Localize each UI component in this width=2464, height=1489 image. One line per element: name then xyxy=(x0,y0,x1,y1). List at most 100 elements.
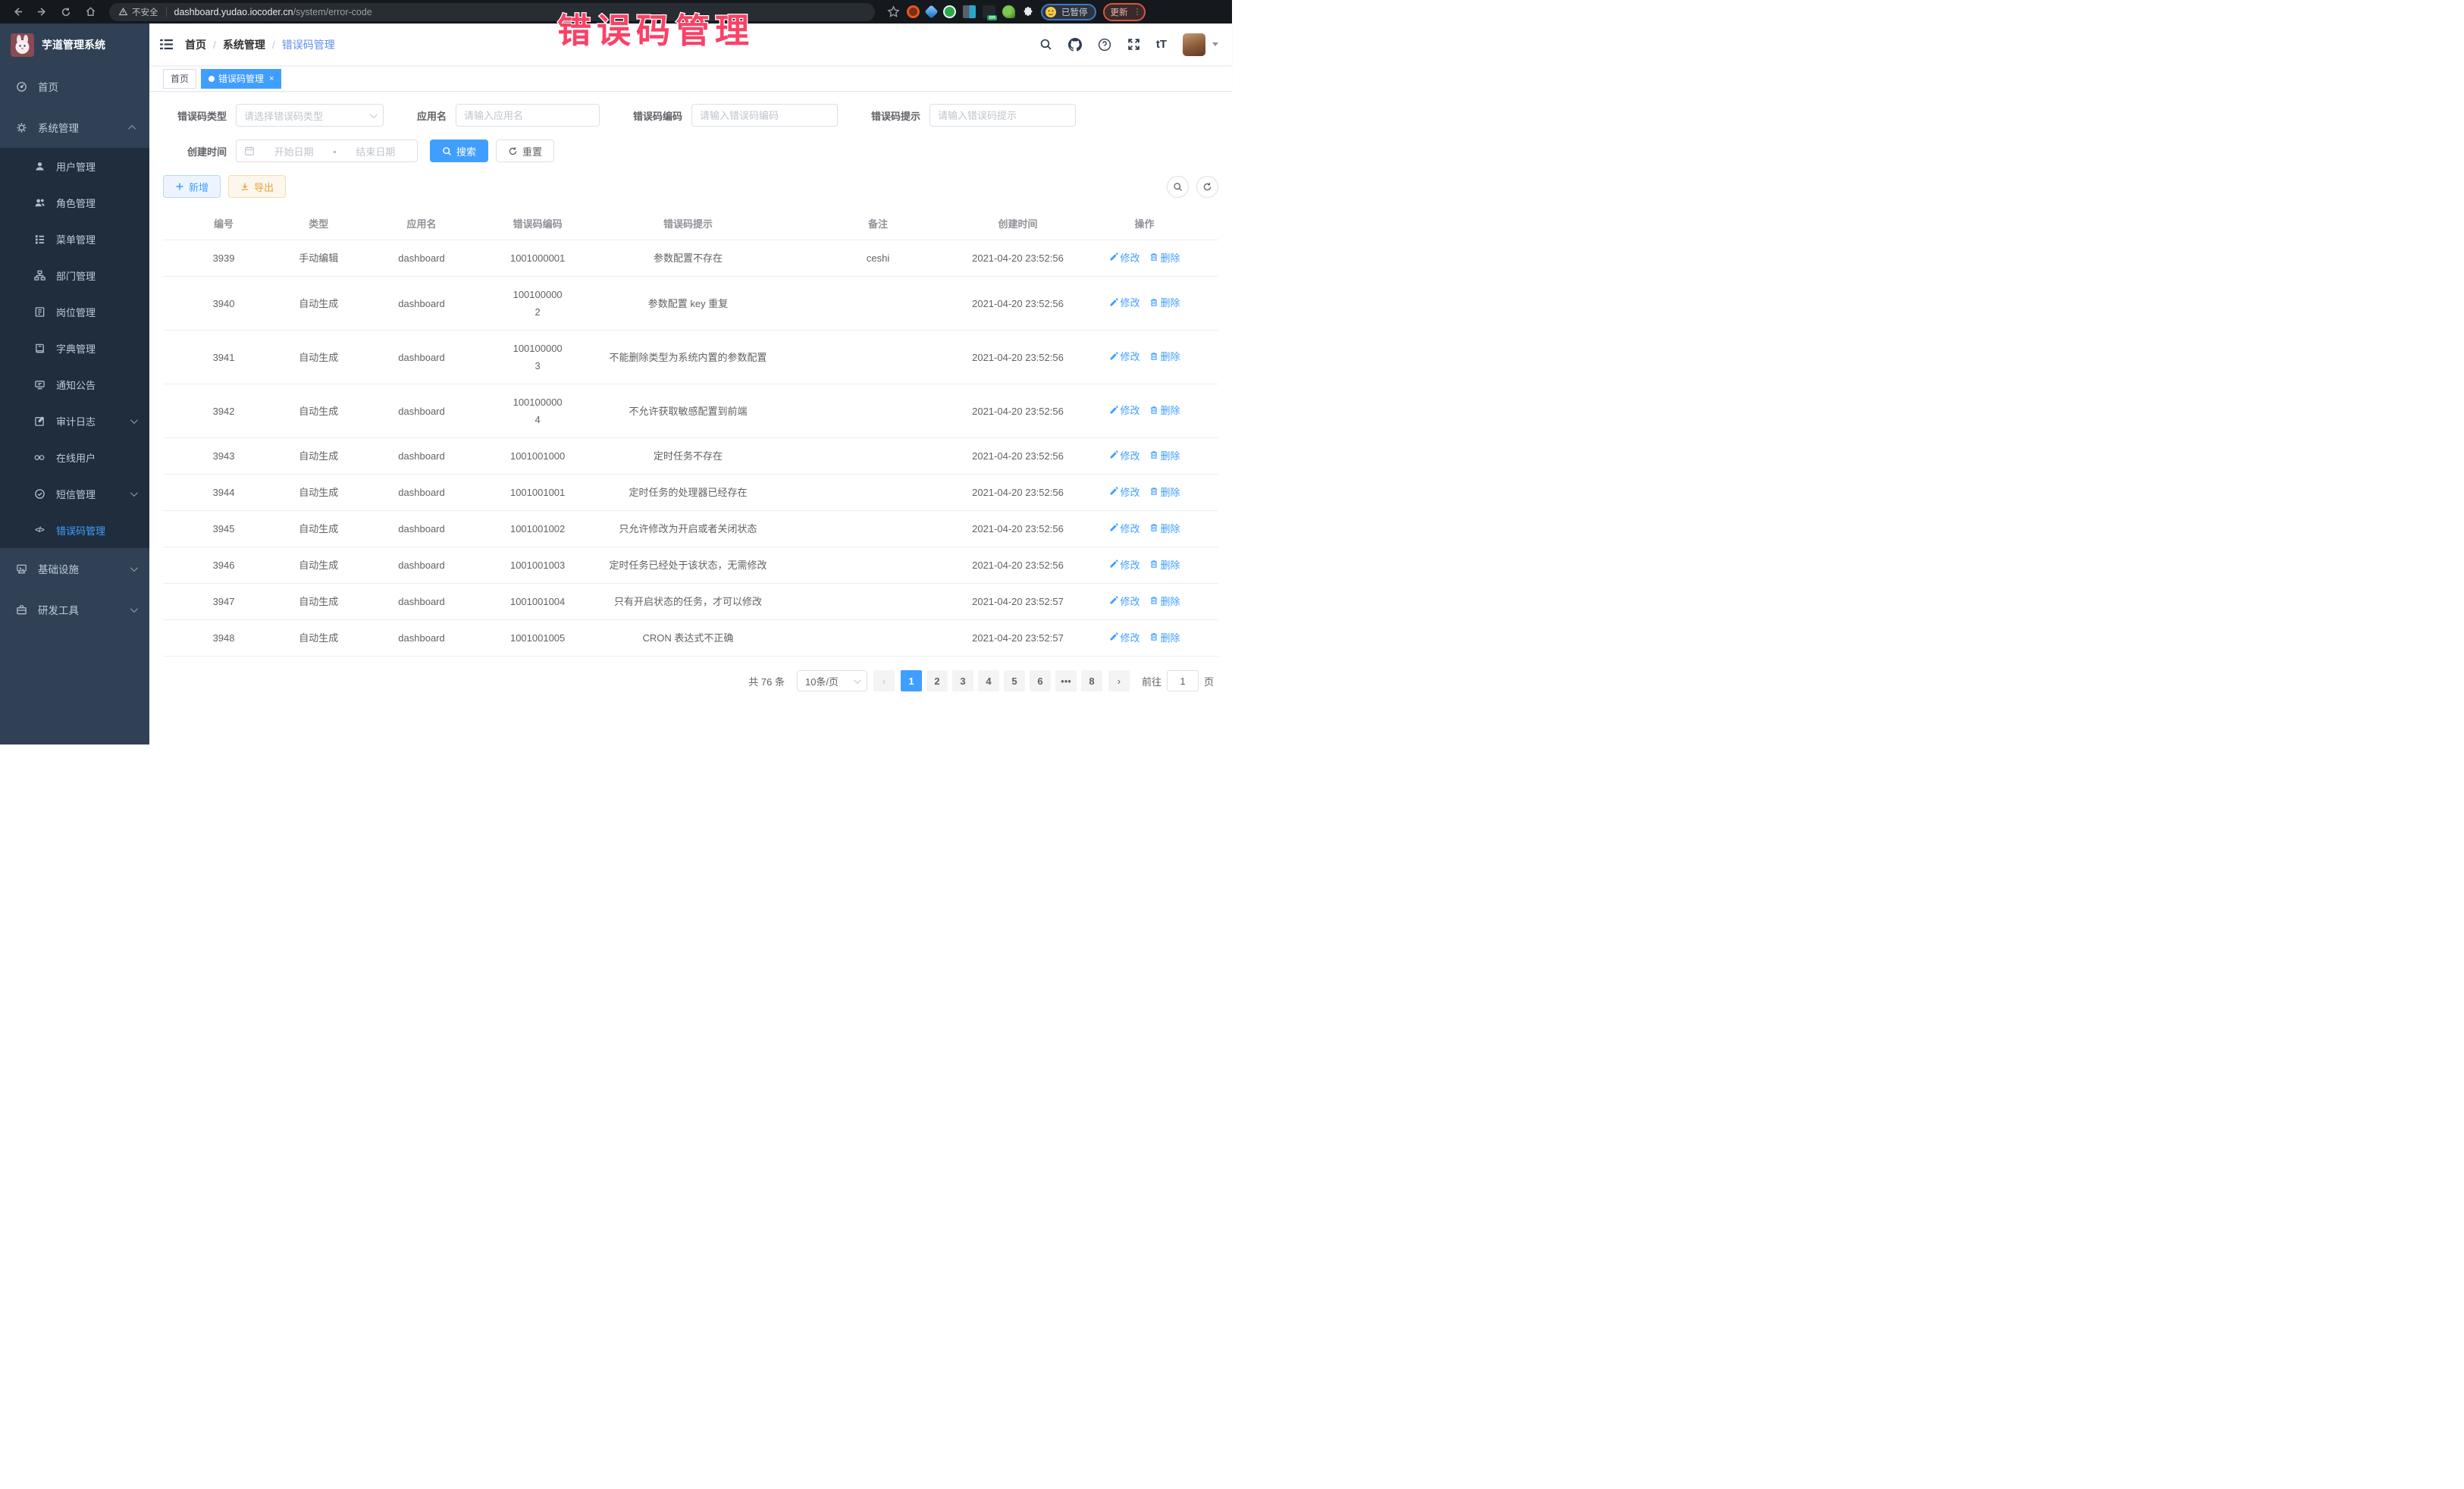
browser-menu-kebab-icon[interactable]: ⋮ xyxy=(1133,11,1138,14)
sidebar-item-system[interactable]: 系统管理 xyxy=(0,107,149,148)
prev-page-button[interactable]: ‹ xyxy=(873,670,895,691)
browser-reload-button[interactable] xyxy=(56,2,76,22)
total-count-label: 共 76 条 xyxy=(748,674,785,688)
edit-button[interactable]: 修改 xyxy=(1109,630,1140,644)
sidebar-item-infra[interactable]: 基础设施 xyxy=(0,548,149,589)
page-button-6[interactable]: 6 xyxy=(1030,670,1051,691)
page-size-select[interactable]: 10条/页 xyxy=(797,670,867,691)
extension-icon-gem[interactable] xyxy=(924,5,938,18)
export-button[interactable]: 导出 xyxy=(228,175,286,198)
extension-icon-orange[interactable] xyxy=(907,5,920,18)
next-page-button[interactable]: › xyxy=(1108,670,1130,691)
sidebar-item-home[interactable]: 首页 xyxy=(0,66,149,107)
user-avatar[interactable] xyxy=(1183,33,1205,56)
browser-update-button[interactable]: 更新 ⋮ xyxy=(1103,3,1146,21)
sidebar-item-post[interactable]: 岗位管理 xyxy=(0,293,149,330)
errorcode-hint-input[interactable] xyxy=(938,110,1067,121)
edit-button[interactable]: 修改 xyxy=(1109,484,1140,499)
page-ellipsis[interactable]: ••• xyxy=(1055,670,1077,691)
page-button-8[interactable]: 8 xyxy=(1081,670,1102,691)
edit-button[interactable]: 修改 xyxy=(1109,295,1140,309)
delete-button[interactable]: 删除 xyxy=(1149,557,1180,572)
refresh-table-button[interactable] xyxy=(1196,176,1218,198)
fullscreen-icon[interactable] xyxy=(1127,38,1140,51)
delete-button[interactable]: 删除 xyxy=(1149,521,1180,535)
tag-active[interactable]: 错误码管理× xyxy=(201,69,281,89)
breadcrumb-item[interactable]: 系统管理 xyxy=(223,37,265,52)
page-button-3[interactable]: 3 xyxy=(952,670,973,691)
header-search-icon[interactable] xyxy=(1039,38,1052,51)
github-icon[interactable] xyxy=(1068,38,1082,52)
cell-id: 3942 xyxy=(163,384,284,438)
infra-icon xyxy=(15,563,27,575)
edit-button[interactable]: 修改 xyxy=(1109,521,1140,535)
sidebar-item-sms[interactable]: 短信管理 xyxy=(0,475,149,512)
edit-button[interactable]: 修改 xyxy=(1109,349,1140,363)
app-name-input[interactable] xyxy=(464,110,591,121)
page-button-4[interactable]: 4 xyxy=(978,670,999,691)
browser-home-button[interactable] xyxy=(80,2,100,22)
bookmark-star-icon[interactable] xyxy=(887,5,900,18)
errorcode-code-field-box xyxy=(691,104,838,127)
sidebar-item-user[interactable]: 用户管理 xyxy=(0,148,149,184)
add-button[interactable]: 新增 xyxy=(163,175,221,198)
app-logo-row[interactable]: 芋道管理系统 xyxy=(0,24,149,66)
extension-icon-on-badge[interactable]: on xyxy=(983,5,995,18)
sidebar-item-dict[interactable]: 字典管理 xyxy=(0,330,149,366)
extensions-puzzle-icon[interactable] xyxy=(1022,6,1034,18)
search-button[interactable]: 搜索 xyxy=(430,139,488,162)
breadcrumb-item[interactable]: 首页 xyxy=(185,37,206,52)
help-question-icon[interactable] xyxy=(1098,38,1111,52)
browser-profile-chip[interactable]: 已暂停 xyxy=(1041,4,1096,20)
delete-button[interactable]: 删除 xyxy=(1149,250,1180,265)
not-secure-warning[interactable]: 不安全 xyxy=(118,6,158,18)
tag-view[interactable]: 首页 xyxy=(163,69,196,89)
cell-app: dashboard xyxy=(353,511,491,547)
app-logo-image xyxy=(11,33,34,57)
edit-button[interactable]: 修改 xyxy=(1109,557,1140,572)
extension-icon-green-circle[interactable] xyxy=(943,5,956,18)
errorcode-type-select[interactable]: 请选择错误码类型 xyxy=(236,104,384,127)
sidebar-item-errorcode[interactable]: </>错误码管理 xyxy=(0,512,149,548)
sidebar-item-role[interactable]: 角色管理 xyxy=(0,184,149,221)
font-size-icon[interactable]: tT xyxy=(1156,38,1167,51)
edit-button[interactable]: 修改 xyxy=(1109,594,1140,608)
page-button-2[interactable]: 2 xyxy=(926,670,948,691)
sidebar-item-notice[interactable]: 通知公告 xyxy=(0,366,149,403)
extension-icon-squares[interactable] xyxy=(963,5,976,18)
date-range-picker[interactable]: 开始日期 - 结束日期 xyxy=(236,139,418,162)
delete-button[interactable]: 删除 xyxy=(1149,403,1180,417)
sidebar-item-dept[interactable]: 部门管理 xyxy=(0,257,149,293)
delete-button[interactable]: 删除 xyxy=(1149,448,1180,462)
browser-back-button[interactable] xyxy=(8,2,27,22)
sidebar-item-label: 部门管理 xyxy=(56,268,136,283)
hamburger-menu-icon[interactable] xyxy=(160,39,173,50)
avatar-caret-down-icon[interactable] xyxy=(1212,42,1218,46)
extension-icon-key[interactable] xyxy=(1002,5,1015,18)
cell-type: 自动生成 xyxy=(284,584,353,620)
edit-button[interactable]: 修改 xyxy=(1109,448,1140,462)
page-button-1[interactable]: 1 xyxy=(901,670,922,691)
sidebar-item-devtools[interactable]: 研发工具 xyxy=(0,589,149,630)
delete-button[interactable]: 删除 xyxy=(1149,630,1180,644)
table-toolbar: 新增 导出 xyxy=(163,175,1218,198)
reset-button[interactable]: 重置 xyxy=(496,139,554,162)
sidebar-item-online[interactable]: 在线用户 xyxy=(0,439,149,475)
sidebar-item-menu[interactable]: 菜单管理 xyxy=(0,221,149,257)
sidebar-item-audit[interactable]: 审计日志 xyxy=(0,403,149,439)
edit-button[interactable]: 修改 xyxy=(1109,403,1140,417)
edit-button[interactable]: 修改 xyxy=(1109,250,1140,265)
errorcode-code-input[interactable] xyxy=(700,110,829,121)
goto-page-input[interactable] xyxy=(1167,670,1199,691)
delete-button[interactable]: 删除 xyxy=(1149,349,1180,363)
show-search-toggle-button[interactable] xyxy=(1167,176,1189,198)
delete-button[interactable]: 删除 xyxy=(1149,594,1180,608)
sidebar: 芋道管理系统 首页系统管理用户管理角色管理菜单管理部门管理岗位管理字典管理通知公… xyxy=(0,24,149,744)
tag-close-icon[interactable]: × xyxy=(269,74,274,83)
delete-button[interactable]: 删除 xyxy=(1149,295,1180,309)
sidebar-item-label: 研发工具 xyxy=(38,602,126,617)
delete-button[interactable]: 删除 xyxy=(1149,484,1180,499)
browser-forward-button[interactable] xyxy=(32,2,52,22)
page-button-5[interactable]: 5 xyxy=(1004,670,1025,691)
address-bar[interactable]: 不安全 dashboard.yudao.iocoder.cn/system/er… xyxy=(109,3,875,21)
